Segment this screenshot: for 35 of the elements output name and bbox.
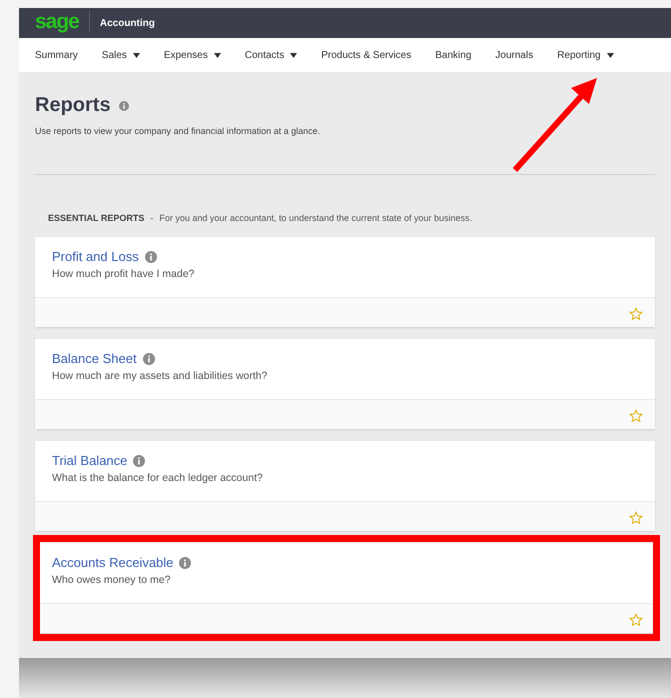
nav-item[interactable]: Sales [102, 50, 140, 60]
report-question: How much are my assets and liabilities worth? [52, 370, 268, 382]
nav-item[interactable]: Reporting [557, 50, 614, 60]
info-icon [133, 454, 146, 466]
info-icon [144, 250, 157, 262]
product-name: Accounting [100, 18, 155, 28]
nav-item[interactable]: Summary [35, 50, 78, 60]
section-heading: ESSENTIAL REPORTS [48, 213, 144, 223]
report-question: How much profit have I made? [52, 268, 196, 280]
star-icon[interactable] [629, 307, 643, 321]
logo[interactable]: sage [35, 10, 90, 32]
page-subtitle: Use reports to view your company and financial information at a glance. [35, 126, 322, 136]
nav-item[interactable]: Contacts [244, 50, 298, 60]
info-icon [118, 100, 129, 110]
info-icon [142, 352, 155, 364]
nav-item[interactable]: Expenses [164, 50, 221, 60]
star-icon[interactable] [629, 511, 643, 525]
report-card[interactable]: Trial Balance What is the balance for each ledger account? [35, 441, 655, 531]
star-icon[interactable] [629, 613, 643, 627]
nav-item[interactable]: Banking [435, 50, 472, 60]
nav-item[interactable]: Journals [495, 50, 534, 60]
info-icon [179, 556, 192, 568]
separator: - [150, 213, 154, 223]
report-title[interactable]: Profit and Loss [52, 249, 139, 264]
page-title: Reports [35, 94, 111, 117]
report-title[interactable]: Balance Sheet [52, 351, 137, 366]
report-title[interactable]: Accounts Receivable [52, 555, 174, 570]
report-question: What is the balance for each ledger account? [52, 472, 264, 484]
section-description: For you and your accountant, to understand the current state of your business. [159, 213, 472, 223]
report-question: Who owes money to me? [52, 574, 172, 586]
report-title[interactable]: Trial Balance [52, 453, 128, 468]
nav-item[interactable]: Products & Services [321, 50, 412, 60]
report-card[interactable]: Profit and Loss How much profit have I made? [35, 237, 655, 327]
report-card[interactable]: Balance Sheet How much are my assets and liabilities worth? [35, 339, 655, 429]
star-icon[interactable] [629, 409, 643, 423]
